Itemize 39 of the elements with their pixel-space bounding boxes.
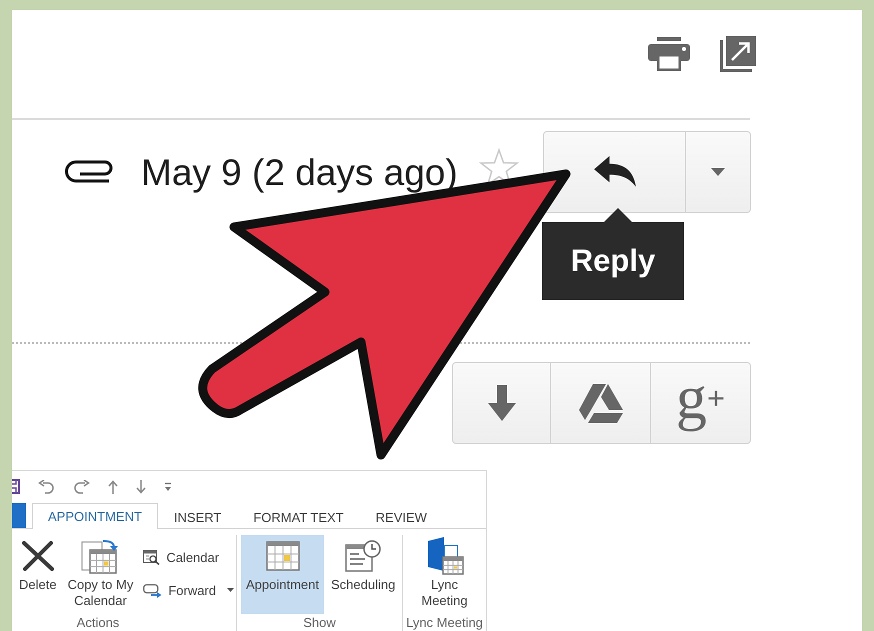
toolbar-button[interactable] bbox=[551, 362, 651, 444]
reply-icon bbox=[594, 156, 636, 188]
calendar-button[interactable]: Calendar bbox=[143, 548, 234, 566]
down-arrow-icon[interactable] bbox=[136, 480, 146, 494]
ribbon-tab[interactable]: FORMAT TEXT bbox=[237, 504, 360, 529]
copy-to-calendar-button[interactable]: Copy to My Calendar bbox=[62, 535, 138, 614]
calendar-grid-icon bbox=[266, 541, 300, 571]
redo-icon[interactable] bbox=[73, 480, 90, 494]
print-icon[interactable] bbox=[648, 37, 690, 71]
customize-dropdown-icon[interactable] bbox=[164, 482, 172, 492]
undo-icon[interactable] bbox=[38, 480, 55, 494]
delete-button[interactable]: Delete bbox=[14, 535, 62, 614]
group-label: Actions bbox=[76, 615, 120, 631]
ribbon-tab[interactable]: APPOINTMENT bbox=[32, 503, 158, 529]
up-arrow-icon[interactable] bbox=[108, 480, 118, 494]
message-date: May 9 (2 days ago) bbox=[141, 154, 458, 190]
calendar-copy-icon bbox=[81, 538, 120, 574]
reply-tooltip: Reply bbox=[542, 208, 684, 300]
calendar-clock-icon bbox=[345, 540, 382, 572]
download-button[interactable] bbox=[452, 362, 551, 444]
paperclip-icon bbox=[65, 159, 113, 185]
meeting-button[interactable]: Lync Meeting bbox=[403, 535, 486, 614]
x-mark-icon bbox=[20, 540, 55, 572]
group-label: Show bbox=[302, 615, 337, 631]
appointment-button[interactable]: Appointment bbox=[241, 535, 324, 614]
calendar-search-icon bbox=[143, 549, 160, 565]
forward-button[interactable]: Forward bbox=[143, 581, 234, 599]
scheduling-button[interactable]: Scheduling bbox=[326, 535, 400, 614]
external-link-icon[interactable] bbox=[720, 36, 756, 72]
group-label: Lync Meeting bbox=[405, 615, 484, 631]
ribbon-tab[interactable]: INSERT bbox=[158, 504, 238, 529]
caret-icon bbox=[711, 168, 725, 176]
forward-icon bbox=[143, 582, 162, 598]
save-icon[interactable] bbox=[12, 479, 20, 494]
share-button[interactable]: g$^{+}$ bbox=[651, 362, 751, 444]
ribbon-tab[interactable]: REVIEW bbox=[360, 504, 443, 529]
triangle-logo-icon bbox=[578, 384, 622, 422]
download-icon bbox=[488, 385, 516, 421]
document-calendar-icon bbox=[426, 537, 464, 575]
